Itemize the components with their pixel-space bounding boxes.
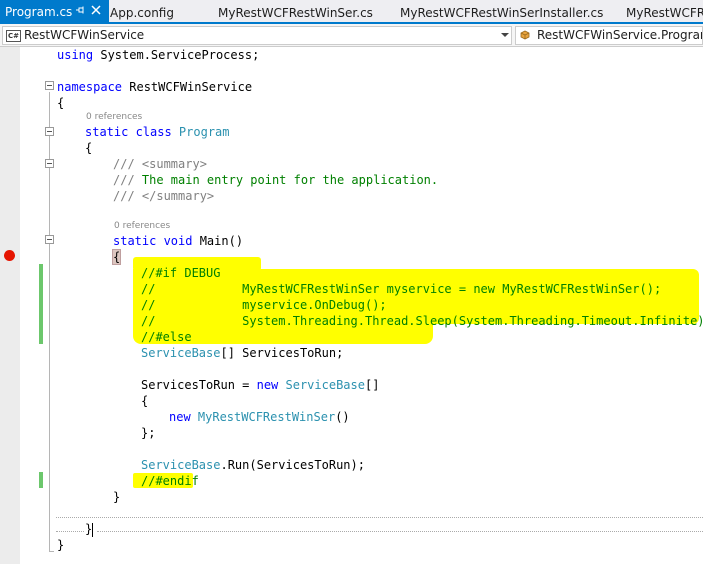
code-line[interactable]: static void Main() [113,233,243,249]
collapse-summary-toggle[interactable] [45,159,54,168]
comment: //#endif [141,474,199,488]
code-text: [] ServicesToRun; [220,346,344,360]
brace: { [85,141,93,155]
code-line[interactable]: //#if DEBUG [141,265,220,281]
code-line[interactable]: new MyRestWCFRestWinSer() [169,409,350,425]
code-line[interactable]: static class Program [85,124,230,140]
navigation-bar: C# RestWCFWinService RestWCFWinService.P… [0,24,703,47]
code-text: RestWCFWinService [129,80,253,94]
tab-label: MyRestWCFRestWinSerInstaller.cs [400,6,604,20]
code-line[interactable]: //#endif [141,473,199,489]
keyword: namespace [57,80,130,94]
project-dropdown[interactable]: C# RestWCFWinService [2,26,512,45]
keyword: static void [113,234,200,248]
code-line[interactable]: // MyRestWCFRestWinSer myservice = new M… [141,281,661,297]
code-text: ServicesToRun = [141,378,257,392]
code-line[interactable]: using System.ServiceProcess; [57,47,259,63]
collapse-class-toggle[interactable] [45,127,54,136]
doc-comment: /// </summary> [113,189,215,203]
doc-comment: /// <summary> [113,157,207,171]
keyword: using [57,48,101,62]
code-line[interactable]: ServiceBase.Run(ServicesToRun); [141,457,365,473]
csharp-project-icon: C# [6,30,21,42]
collapse-method-toggle[interactable] [45,235,54,244]
comment: // MyRestWCFRestWinSer myservice = new M… [141,282,662,296]
brace: { [141,394,149,408]
project-dropdown-label: RestWCFWinService [24,28,145,42]
current-line-indicator [56,517,703,519]
chevron-down-icon[interactable] [501,33,509,37]
code-line[interactable]: ServicesToRun = new ServiceBase[] [141,377,379,393]
comment: //#else [141,330,192,344]
outline-guide-end [49,551,54,552]
code-line[interactable]: ServiceBase[] ServicesToRun; [141,345,343,361]
code-text: [] [364,378,380,392]
code-line[interactable]: { [57,95,64,111]
brace: } [85,522,93,536]
code-line[interactable]: }; [141,425,155,441]
code-line[interactable]: //#else [141,329,192,345]
breakpoint-icon[interactable] [4,250,15,261]
code-editor[interactable]: using System.ServiceProcess; namespace R… [0,47,703,564]
current-line-indicator [97,531,703,533]
code-line[interactable]: /// </summary> [113,188,214,204]
code-line[interactable]: } [57,537,64,553]
codelens-references[interactable]: 0 references [86,112,142,122]
change-indicator [39,264,43,344]
type-name: ServiceBase [141,458,221,472]
tab-label: App.config [110,6,174,20]
document-tab-strip: Program.cs App.config MyRestWCFRestWinSe… [0,0,703,24]
text-caret [92,522,94,537]
current-line-indicator [56,531,84,533]
tab-label: Program.cs [5,5,73,19]
keyword: static class [85,125,179,139]
code-line[interactable]: /// The main entry point for the applica… [113,172,438,188]
class-icon [520,30,530,40]
code-text: .Run(ServicesToRun); [220,458,365,472]
comment: // myservice.OnDebug(); [141,298,387,312]
change-indicator [39,472,43,488]
tab-program-cs[interactable]: Program.cs [0,0,109,22]
tab-myrestwcfrestwinser-designer[interactable]: MyRestWCFRestWinSer [626,5,703,21]
code-line[interactable]: /// <summary> [113,156,207,172]
code-line[interactable]: } [113,489,120,505]
type-name: ServiceBase [285,378,365,392]
brace: } [57,538,65,552]
code-line[interactable]: namespace RestWCFWinService [57,79,252,95]
type-name: ServiceBase [141,346,221,360]
comment: //#if DEBUG [141,266,221,280]
pin-icon[interactable] [75,5,85,15]
code-text: }; [141,426,156,440]
tab-label: MyRestWCFRestWinSer [626,6,703,20]
code-line[interactable]: { [111,249,122,265]
collapse-namespace-toggle[interactable] [45,81,54,90]
brace: { [111,249,122,265]
member-dropdown-label: RestWCFWinService.Program [537,28,703,42]
keyword: new [169,410,198,424]
tab-app-config[interactable]: App.config [110,5,174,21]
brace: { [57,96,65,110]
code-line[interactable]: // System.Threading.Thread.Sleep(System.… [141,313,703,329]
doc-comment-text: The main entry point for the application… [141,173,439,187]
type-name: Program [178,125,230,139]
close-icon[interactable] [90,4,102,16]
brace: } [113,490,121,504]
doc-comment: /// [113,173,142,187]
code-line[interactable]: { [85,140,92,156]
tab-label: MyRestWCFRestWinSer.cs [218,6,373,20]
code-text: Main() [199,234,244,248]
code-line[interactable]: { [141,393,148,409]
code-text: System.ServiceProcess; [100,48,260,62]
code-text: () [335,410,350,424]
tab-myrestwcfrestwinser-cs[interactable]: MyRestWCFRestWinSer.cs [218,5,373,21]
keyword: new [256,378,286,392]
comment: // System.Threading.Thread.Sleep(System.… [141,314,703,328]
member-dropdown[interactable]: RestWCFWinService.Program [515,26,703,45]
tab-installer-cs[interactable]: MyRestWCFRestWinSerInstaller.cs [400,5,603,21]
code-line[interactable]: // myservice.OnDebug(); [141,297,387,313]
codelens-references[interactable]: 0 references [114,221,170,231]
breakpoint-margin[interactable] [0,47,20,564]
code-line-current[interactable]: } [85,521,94,537]
type-name: MyRestWCFRestWinSer [197,410,336,424]
